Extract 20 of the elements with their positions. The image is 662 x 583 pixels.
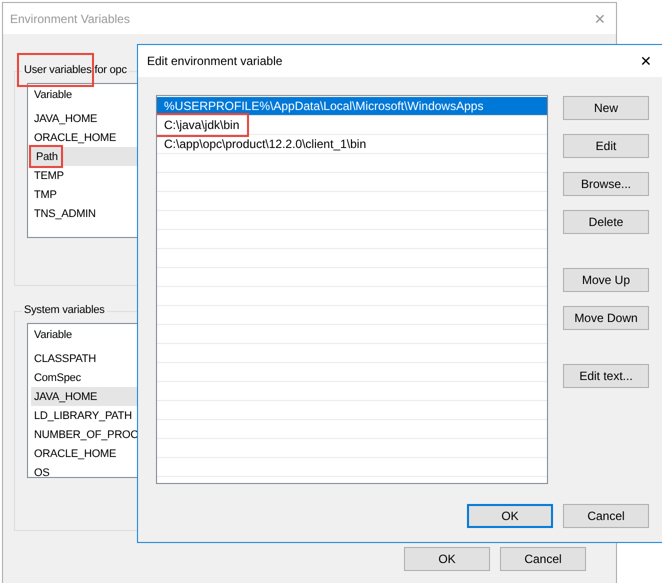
- ok-button[interactable]: OK: [467, 504, 553, 528]
- action-button[interactable]: Move Up: [563, 268, 649, 292]
- cancel-button[interactable]: Cancel: [563, 504, 649, 528]
- group-label: for opc: [94, 64, 127, 76]
- path-entry[interactable]: C:\app\opc\product\12.2.0\client_1\bin: [157, 135, 547, 154]
- path-entry[interactable]: %USERPROFILE%\AppData\Local\Microsoft\WindowsApps: [157, 97, 547, 116]
- action-button[interactable]: Browse...: [563, 172, 649, 196]
- action-button[interactable]: Edit text...: [563, 364, 649, 388]
- cancel-button[interactable]: Cancel: [500, 547, 586, 571]
- path-entry[interactable]: C:\java\jdk\bin: [157, 116, 547, 135]
- dialog-title: Edit environment variable: [147, 54, 282, 68]
- action-button[interactable]: Delete: [563, 210, 649, 234]
- action-button[interactable]: New: [563, 96, 649, 120]
- action-button[interactable]: Edit: [563, 134, 649, 158]
- group-label: System variables: [24, 304, 105, 316]
- ok-button[interactable]: OK: [404, 547, 490, 571]
- group-label: User variables: [17, 53, 94, 87]
- action-button[interactable]: Move Down: [563, 306, 649, 330]
- window-title: Environment Variables: [10, 12, 130, 26]
- close-button[interactable]: ✕: [638, 53, 654, 69]
